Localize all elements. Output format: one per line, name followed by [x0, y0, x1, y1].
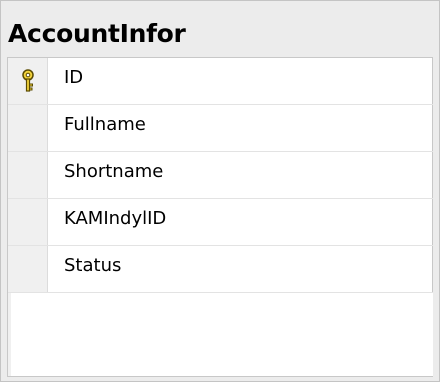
column-name: Fullname	[64, 114, 146, 135]
key-icon	[22, 69, 34, 92]
row-selector[interactable]	[8, 199, 48, 245]
table-title[interactable]: AccountInfor	[8, 19, 186, 48]
column-row-fullname[interactable]: Fullname	[8, 105, 433, 152]
column-name: Shortname	[64, 161, 164, 182]
row-selector[interactable]	[8, 152, 48, 198]
column-row-kamindylid[interactable]: KAMIndylID	[8, 199, 433, 246]
column-name: Status	[64, 255, 122, 276]
column-row-status[interactable]: Status	[8, 246, 433, 293]
column-grid: ID Fullname Shortname KAMIndylID Status	[7, 57, 433, 377]
table-designer-box[interactable]: AccountInfor ID Fullname Shortname KAMIn…	[0, 0, 440, 382]
row-selector[interactable]	[8, 58, 48, 104]
column-row-id[interactable]: ID	[8, 58, 433, 105]
empty-row-selector	[8, 293, 11, 376]
column-name: ID	[64, 67, 84, 88]
column-name: KAMIndylID	[64, 208, 167, 229]
row-selector[interactable]	[8, 246, 48, 292]
column-row-shortname[interactable]: Shortname	[8, 152, 433, 199]
empty-grid-area[interactable]	[8, 293, 433, 376]
row-selector[interactable]	[8, 105, 48, 151]
